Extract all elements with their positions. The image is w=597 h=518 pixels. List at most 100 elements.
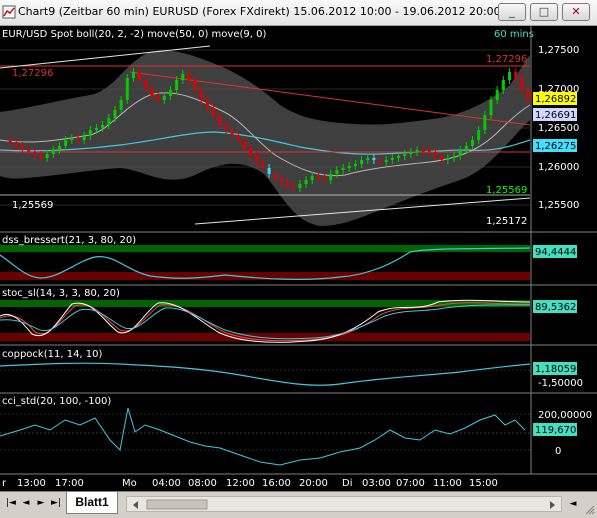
scroll-left-icon[interactable] xyxy=(133,501,138,509)
candle-body xyxy=(415,150,419,152)
candle-body xyxy=(304,180,308,184)
candle-body xyxy=(427,150,431,152)
cci-line xyxy=(0,407,526,466)
price-tag-ma9: 1,26691 xyxy=(535,110,576,121)
prev-sheet-icon[interactable]: ◄ xyxy=(19,496,33,510)
title-bar[interactable]: Chart9 (Zeitbar 60 min) EURUSD (Forex FX… xyxy=(0,0,597,26)
candle-body xyxy=(323,178,327,180)
stoc-panel[interactable]: stoc_sl(14, 3, 3, 80, 20) 89,53627 xyxy=(0,288,583,343)
candle-body xyxy=(310,176,314,180)
candle-body xyxy=(514,72,518,78)
scroll-right-icon[interactable] xyxy=(550,501,555,509)
candle-body xyxy=(20,146,24,150)
dss-value-tag: 94,44442 xyxy=(535,247,583,258)
candle-body xyxy=(138,72,142,80)
candle-body xyxy=(199,90,203,100)
candle-body xyxy=(526,90,530,100)
sheet-tab-bar: |◄ ◄ ► ►| Blatt1 ◄ xyxy=(0,491,597,517)
candle-body xyxy=(45,154,49,158)
candle-body xyxy=(57,146,61,150)
maximize-button[interactable]: □ xyxy=(530,3,558,21)
time-tick: Mo xyxy=(122,478,137,489)
stoc-label: stoc_sl(14, 3, 3, 80, 20) xyxy=(2,288,120,299)
close-button[interactable]: ✕ xyxy=(562,3,590,21)
candle-body xyxy=(175,80,179,90)
candle-body xyxy=(279,178,283,182)
horizontal-scrollbar[interactable] xyxy=(126,496,562,512)
candle-body xyxy=(193,80,197,90)
candle-body xyxy=(434,152,438,156)
sheet-tab-blatt1[interactable]: Blatt1 xyxy=(66,492,118,514)
coppock-axis-tick: -1,50000 xyxy=(538,378,583,389)
next-sheet-icon[interactable]: ► xyxy=(34,496,48,510)
candle-body xyxy=(14,142,18,146)
candle-body xyxy=(249,148,253,155)
candle-body xyxy=(27,150,31,152)
candle-body xyxy=(372,158,376,160)
resize-grip-icon[interactable] xyxy=(583,503,595,515)
candle-body xyxy=(329,174,333,180)
time-tick: r xyxy=(2,478,7,489)
candle-body xyxy=(125,78,129,100)
scroll-thumb[interactable] xyxy=(146,499,208,510)
candle-body xyxy=(119,100,123,110)
candle-body xyxy=(495,90,499,100)
candle-body xyxy=(341,168,345,170)
candle-body xyxy=(335,170,339,174)
chart-app-icon xyxy=(2,5,16,19)
candle-body xyxy=(242,140,246,148)
candle-body xyxy=(101,125,105,128)
candle-body xyxy=(187,74,191,80)
candle-body xyxy=(76,138,80,140)
coppock-panel[interactable]: coppock(11, 14, 10) 1,18059 -1,50000 xyxy=(0,349,583,389)
candle-body xyxy=(489,100,493,115)
time-tick: 17:00 xyxy=(55,478,84,489)
candle-body xyxy=(113,110,117,118)
coppock-line xyxy=(0,362,531,386)
candle-body xyxy=(51,150,55,154)
coppock-value-tag: 1,18059 xyxy=(535,364,576,375)
cci-panel[interactable]: cci_std(20, 100, -100) 200,00000 119,670… xyxy=(0,396,592,466)
candle-body xyxy=(212,108,216,116)
candle-body xyxy=(107,118,111,125)
candle-body xyxy=(483,115,487,130)
candle-body xyxy=(94,128,98,130)
cci-value-tag: 119,67037 xyxy=(535,425,589,436)
candle-body xyxy=(353,164,357,166)
cci-axis-tick: 0 xyxy=(555,446,561,457)
candle-body xyxy=(501,80,505,90)
dss-panel[interactable]: dss_bressert(21, 3, 80, 20) 94,44442 xyxy=(0,235,583,280)
candle-body xyxy=(292,186,296,188)
dss-label: dss_bressert(21, 3, 80, 20) xyxy=(2,235,136,246)
cci-label: cci_std(20, 100, -100) xyxy=(2,396,111,407)
candle-body xyxy=(8,140,12,142)
cci-axis-tick: 200,00000 xyxy=(538,410,592,421)
candle-body xyxy=(218,116,222,125)
candle-body xyxy=(39,155,43,158)
price-tick: 1,27500 xyxy=(538,45,579,56)
high-level-label-right: 1,27296 xyxy=(486,54,527,65)
candle-body xyxy=(360,160,364,164)
candle-body xyxy=(33,152,37,155)
time-axis: r 13:00 17:00 Mo 04:00 08:00 12:00 16:00… xyxy=(2,478,498,489)
chart-area[interactable]: EUR/USD Spot boll(20, 2, -2) move(50, 0)… xyxy=(0,26,597,491)
candle-body xyxy=(440,156,444,160)
candle-body xyxy=(131,72,135,78)
candle-body xyxy=(347,166,351,168)
first-sheet-icon[interactable]: |◄ xyxy=(4,496,18,510)
candle-body xyxy=(409,152,413,154)
candle-body xyxy=(70,138,74,140)
coppock-label: coppock(11, 14, 10) xyxy=(2,349,103,360)
price-tag-ma50: 1,26275 xyxy=(535,141,576,152)
last-sheet-icon[interactable]: ►| xyxy=(49,496,63,510)
chart-svg[interactable]: EUR/USD Spot boll(20, 2, -2) move(50, 0)… xyxy=(0,26,597,491)
time-tick: 15:00 xyxy=(469,478,498,489)
candle-body xyxy=(286,182,290,186)
time-tick: 11:00 xyxy=(433,478,462,489)
time-tick: 20:00 xyxy=(299,478,328,489)
candle-body xyxy=(384,160,388,162)
minimize-button[interactable]: _ xyxy=(498,3,526,21)
main-price-panel[interactable]: EUR/USD Spot boll(20, 2, -2) move(50, 0)… xyxy=(0,29,534,227)
price-axis: 1,27500 1,27000 1,26500 1,26000 1,25500 … xyxy=(533,45,579,211)
scroll-left-button-icon[interactable]: ◄ xyxy=(566,497,580,511)
